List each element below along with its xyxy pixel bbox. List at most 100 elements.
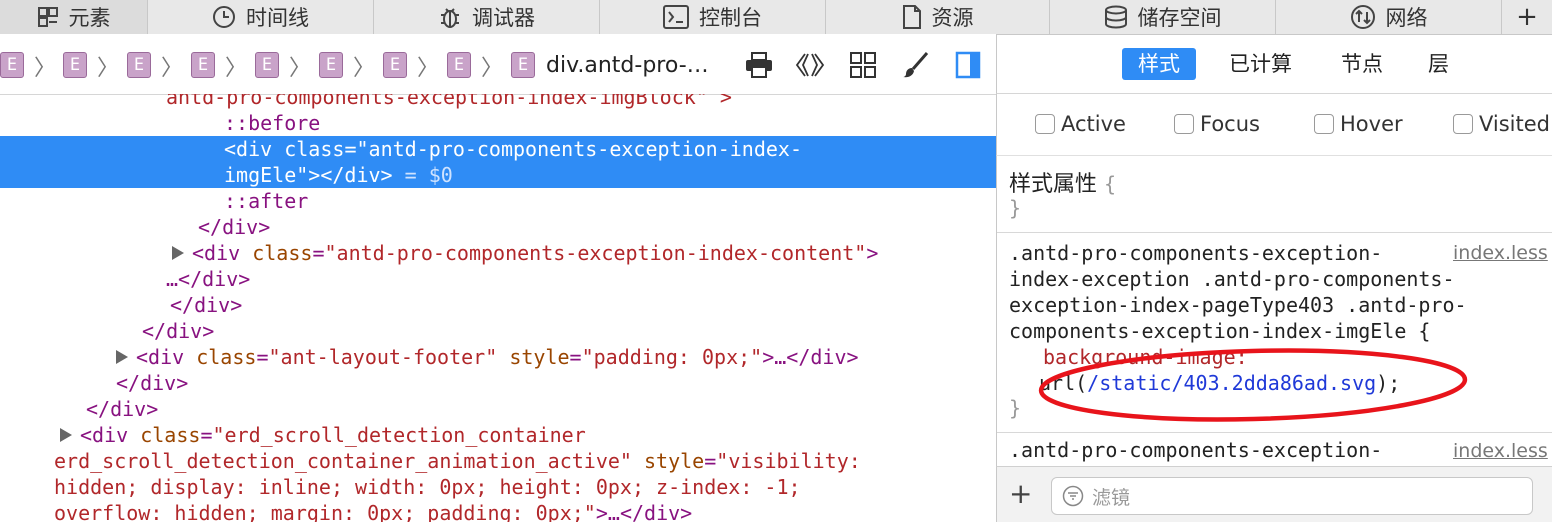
tab-node[interactable]: 节点 [1325, 48, 1399, 80]
attr-name: class [252, 241, 313, 265]
dom-node-erd-cont[interactable]: overflow: hidden; margin: 0px; padding: … [0, 500, 996, 522]
grid-icon[interactable] [848, 50, 878, 80]
tag-close: </div> [142, 319, 215, 343]
highlight-ellipse [1038, 348, 1468, 422]
breadcrumb-element-badge[interactable]: E [511, 52, 535, 78]
checkbox-box[interactable] [1174, 114, 1194, 134]
tab-network[interactable]: 网络 [1276, 0, 1502, 34]
dom-node-erd[interactable]: <div class="erd_scroll_detection_contain… [0, 422, 996, 448]
tab-computed[interactable]: 已计算 [1213, 48, 1308, 80]
dom-node-line[interactable]: antd-pro-components-exception-index-imgB… [0, 94, 996, 110]
breadcrumb-element-badge[interactable]: E [255, 52, 279, 78]
attr-value: "antd-pro-components-exception-index-con… [324, 241, 867, 265]
tag-close: >…</div> [762, 345, 859, 369]
breadcrumb-element-badge[interactable]: E [319, 52, 343, 78]
dom-node-selected[interactable]: <div class="antd-pro-components-exceptio… [0, 136, 996, 162]
disclosure-triangle-icon[interactable] [60, 427, 72, 442]
tab-styles[interactable]: 样式 [1122, 48, 1196, 80]
chevron-right-icon: 〉 [289, 56, 312, 81]
chevron-right-icon: 〉 [225, 56, 248, 81]
breadcrumb-element-badge[interactable]: E [127, 52, 151, 78]
breadcrumb-current-node[interactable]: div.antd-pro-… [546, 53, 709, 78]
filter-input[interactable]: 滤镜 [1051, 477, 1533, 515]
dom-node-footer[interactable]: <div class="ant-layout-footer" style="pa… [0, 344, 996, 370]
tab-resources[interactable]: 资源 [826, 0, 1050, 34]
inline-style-rule[interactable]: 样式属性 { [1009, 166, 1116, 198]
tab-console-label: 控制台 [699, 6, 762, 30]
attr-value: erd_scroll_detection_container_animation… [54, 449, 632, 473]
attr-value: imgEle" [224, 163, 309, 187]
tab-debugger[interactable]: 调试器 [374, 0, 600, 34]
brackets-icon[interactable] [795, 50, 825, 80]
attr-value: "padding: 0px;" [581, 345, 763, 369]
elements-grid-icon [37, 6, 59, 28]
brush-icon[interactable] [900, 50, 930, 80]
breadcrumb-element-badge[interactable]: E [447, 52, 471, 78]
network-arrows-icon [1350, 4, 1376, 30]
tag-close: ></div> [308, 163, 393, 187]
dom-node-close[interactable]: </div> [0, 292, 996, 318]
styles-panel: 样式属性 { } .antd-pro-components-exception-… [996, 156, 1552, 466]
chevron-right-icon: 〉 [97, 56, 120, 81]
dom-node-erd-cont[interactable]: hidden; display: inline; width: 0px; hei… [0, 474, 996, 500]
dom-node-erd-cont[interactable]: erd_scroll_detection_container_animation… [0, 448, 996, 474]
tab-layers[interactable]: 层 [1412, 48, 1465, 80]
selector-line: .antd-pro-components-exception- [1009, 241, 1383, 265]
tab-console[interactable]: 控制台 [600, 0, 826, 34]
tab-timeline[interactable]: 时间线 [148, 0, 374, 34]
dom-node-content[interactable]: <div class="antd-pro-components-exceptio… [0, 240, 996, 266]
tag-open: <div [192, 241, 253, 265]
attr-name: class [140, 423, 201, 447]
breadcrumb-element-badge[interactable]: E [383, 52, 407, 78]
breadcrumb-element-badge[interactable]: E [63, 52, 87, 78]
dom-node-close[interactable]: </div> [0, 214, 996, 240]
tag-close: </div> [198, 215, 271, 239]
sidebar-tabs: 样式 已计算 节点 层 [996, 34, 1552, 94]
dom-node-selected-cont[interactable]: imgEle"></div> = $0 [0, 162, 996, 188]
visited-checkbox[interactable]: Visited [1453, 112, 1550, 136]
css-rule-selector[interactable]: .antd-pro-components-exception- [1009, 438, 1382, 462]
focus-checkbox[interactable]: Focus [1174, 112, 1260, 136]
chevron-right-icon: 〉 [353, 56, 376, 81]
print-icon[interactable] [744, 50, 774, 80]
tab-storage-label: 储存空间 [1137, 6, 1222, 30]
devtools-tab-bar: 元素 时间线 调试器 控制台 资源 储存空间 网络 + [0, 0, 1552, 35]
tab-elements[interactable]: 元素 [0, 0, 148, 34]
add-rule-button[interactable]: + [1009, 477, 1032, 510]
tab-timeline-label: 时间线 [246, 6, 309, 30]
attr-value: overflow: hidden; margin: 0px; padding: … [54, 501, 596, 522]
attr-value: "antd-pro-components-exception-index- [356, 137, 803, 161]
attr-value: "visibility: [716, 449, 861, 473]
add-tab-button[interactable]: + [1502, 0, 1552, 34]
source-link[interactable]: index.less [1453, 242, 1548, 264]
checkbox-box[interactable] [1035, 114, 1055, 134]
dom-node-close[interactable]: </div> [0, 370, 996, 396]
attr-name: class [284, 137, 345, 161]
disclosure-triangle-icon[interactable] [172, 245, 184, 260]
breadcrumb-element-badge[interactable]: E [0, 52, 24, 78]
hover-checkbox[interactable]: Hover [1314, 112, 1403, 136]
tab-debugger-label: 调试器 [472, 6, 535, 30]
css-rule-selector[interactable]: .antd-pro-components-exception- index-ex… [1009, 240, 1467, 344]
checkbox-box[interactable] [1453, 114, 1473, 134]
dom-node-content-end[interactable]: …</div> [0, 266, 996, 292]
checkbox-label: Visited [1479, 112, 1550, 136]
tag-close: </div> [116, 371, 189, 395]
dom-node-close[interactable]: </div> [0, 396, 996, 422]
bug-icon [438, 5, 462, 29]
dom-node-close[interactable]: </div> [0, 318, 996, 344]
sidebar-toggle-icon[interactable] [953, 50, 983, 80]
dom-node-after[interactable]: ::after [0, 188, 996, 214]
chevron-right-icon: 〉 [481, 56, 504, 81]
disclosure-triangle-icon[interactable] [116, 349, 128, 364]
attr-name: style [644, 449, 705, 473]
attr-name: style [509, 345, 570, 369]
checkbox-box[interactable] [1314, 114, 1334, 134]
breadcrumb-element-badge[interactable]: E [191, 52, 215, 78]
source-link[interactable]: index.less [1453, 440, 1548, 462]
active-checkbox[interactable]: Active [1035, 112, 1126, 136]
chevron-right-icon: 〉 [34, 56, 57, 81]
dom-node-before[interactable]: ::before [0, 110, 996, 136]
tab-storage[interactable]: 储存空间 [1050, 0, 1276, 34]
clock-icon [212, 5, 236, 29]
